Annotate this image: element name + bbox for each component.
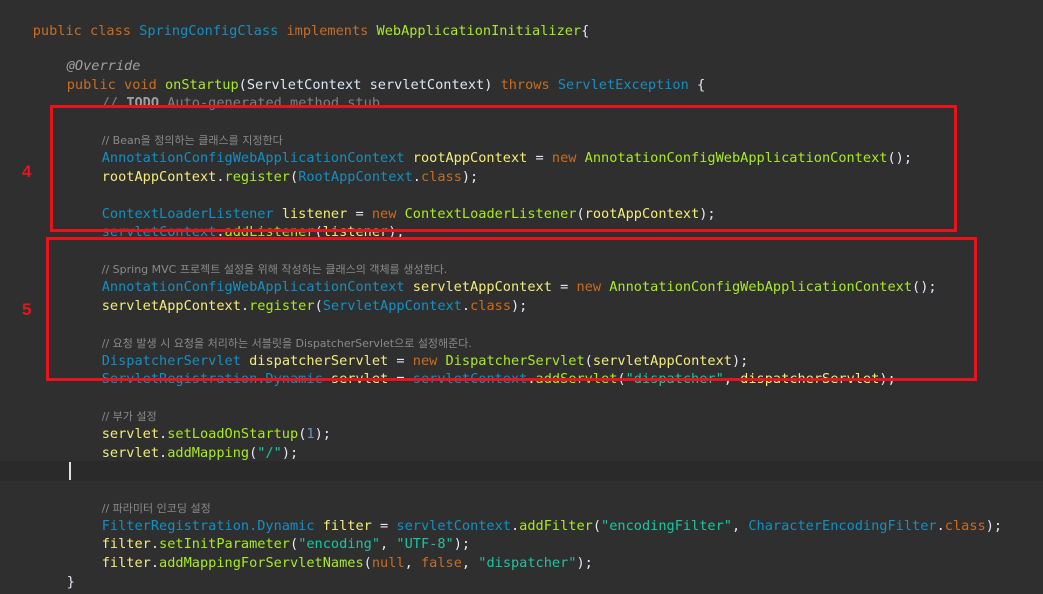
variable: servlet (101, 445, 160, 462)
keyword: class (944, 518, 986, 535)
code-line-override: @Override (0, 39, 141, 74)
annotation-marker-4: 4 (22, 162, 32, 181)
keyword: implements (286, 23, 369, 40)
number-literal: 1 (306, 426, 315, 443)
keyword: class (90, 23, 131, 40)
code-line-todo-comment: // TODO Auto-generated method stub (0, 76, 380, 111)
interface-name: WebApplicationInitializer (376, 23, 582, 40)
highlight-box-4 (50, 105, 957, 232)
string-literal: "dispatcher" (478, 555, 577, 572)
method-call: addMapping (167, 445, 250, 462)
keyword: public (32, 23, 82, 40)
code-line-close-class: } (0, 573, 41, 594)
exception-type: ServletException (557, 77, 689, 94)
code-line-method-decl: public void onStartup(ServletContext ser… (66, 77, 706, 94)
code-line: servlet.addMapping("/"); (101, 445, 299, 462)
brace: } (66, 574, 75, 591)
code-line-comment: // 파라미터 인코딩 설정 (0, 481, 211, 515)
text-cursor (69, 462, 71, 480)
code-line: filter.setInitParameter("encoding", "UTF… (101, 536, 471, 553)
code-line-comment: // 부가 설정 (0, 389, 157, 423)
method-call: addMappingForServletNames (159, 555, 364, 572)
keyword: false (420, 555, 462, 572)
code-line: filter.addMappingForServletNames(null, f… (101, 555, 593, 572)
type-name: CharacterEncodingFilter (748, 518, 937, 535)
highlight-box-5 (46, 237, 977, 381)
method-call: addFilter (519, 518, 593, 535)
annotation-marker-5: 5 (22, 300, 32, 319)
keyword: null (371, 555, 405, 572)
class-name: SpringConfigClass (139, 23, 279, 40)
code-line: FilterRegistration.Dynamic filter = serv… (101, 518, 1003, 535)
code-line-class-decl: public class SpringConfigClass implement… (0, 4, 590, 39)
string-literal: "/" (257, 445, 282, 462)
keyword: throws (500, 77, 550, 94)
code-line-close-method: } (0, 555, 75, 590)
brace: { (697, 77, 706, 94)
param-name: servletContext (369, 77, 485, 94)
code-line: servlet.setLoadOnStartup(1); (101, 426, 331, 443)
code-editor[interactable]: public class SpringConfigClass implement… (0, 0, 1043, 594)
brace: { (581, 23, 590, 40)
variable: filter (101, 555, 151, 572)
string-literal: "encodingFilter" (601, 518, 732, 535)
current-line-highlight (0, 461, 1043, 481)
